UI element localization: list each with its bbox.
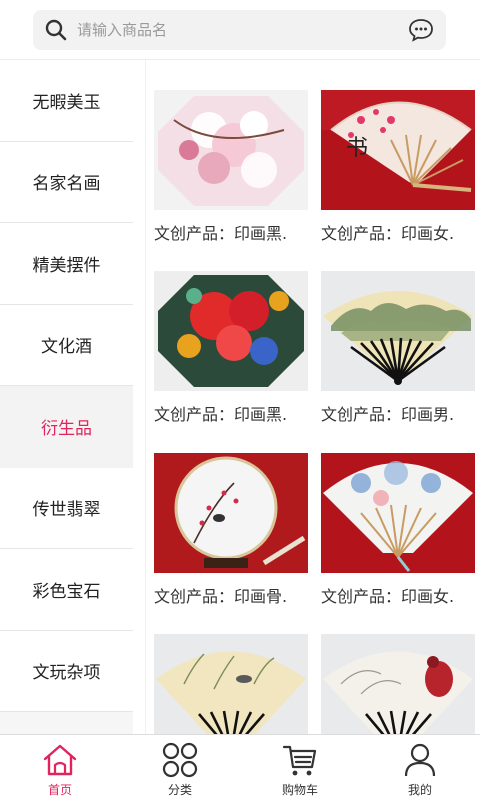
fan-bamboo-image bbox=[154, 634, 308, 734]
product-card[interactable] bbox=[154, 634, 308, 734]
umbrella-peony-image bbox=[154, 271, 308, 391]
sidebar-item-collectibles[interactable]: 文玩杂项 bbox=[0, 630, 133, 712]
message-icon[interactable] bbox=[408, 18, 434, 42]
tab-label: 我的 bbox=[407, 783, 432, 797]
search-bar: 请输入商品名 bbox=[0, 0, 480, 60]
category-sidebar: 无暇美玉 名家名画 精美摆件 文化酒 衍生品 传世翡翠 彩色宝石 文玩杂项 bbox=[0, 60, 133, 734]
product-card[interactable]: 文创产品：印画骨. bbox=[154, 453, 308, 607]
product-title: 文创产品：印画女. bbox=[321, 224, 455, 243]
tab-home[interactable]: 首页 bbox=[0, 735, 120, 800]
tab-cart[interactable]: 购物车 bbox=[240, 735, 360, 800]
bottom-tab-bar: 首页 分类 购物车 我的 bbox=[0, 734, 480, 800]
fan-landscape-image bbox=[321, 271, 475, 391]
product-title: 文创产品：印画女. bbox=[321, 587, 455, 606]
product-card[interactable]: 文创产品：印画黑. bbox=[154, 271, 308, 425]
product-title: 文创产品：印画骨. bbox=[154, 587, 288, 606]
product-card[interactable]: 文创产品：印画男. bbox=[321, 271, 475, 425]
fan-plum-image: 书 bbox=[321, 90, 475, 210]
sidebar-item-ornaments[interactable]: 精美摆件 bbox=[0, 223, 133, 305]
sidebar-item-gemstones[interactable]: 彩色宝石 bbox=[0, 549, 133, 631]
sidebar-item-emerald[interactable]: 传世翡翠 bbox=[0, 467, 133, 549]
product-grid: 文创产品：印画黑. 书 文创产品：印画女. 文创产品：印画黑. 文创产品：印画男… bbox=[145, 60, 480, 734]
tab-category[interactable]: 分类 bbox=[120, 735, 240, 800]
sidebar-item-wine[interactable]: 文化酒 bbox=[0, 304, 133, 386]
sidebar-item-derivatives[interactable]: 衍生品 bbox=[0, 386, 133, 468]
tab-me[interactable]: 我的 bbox=[360, 735, 480, 800]
fan-blue-image bbox=[321, 453, 475, 573]
svg-text:书: 书 bbox=[346, 136, 368, 161]
user-icon bbox=[404, 743, 436, 777]
product-card[interactable]: 文创产品：印画女. bbox=[321, 453, 475, 607]
tab-label: 购物车 bbox=[281, 783, 318, 797]
product-title: 文创产品：印画黑. bbox=[154, 224, 288, 243]
home-icon bbox=[43, 744, 77, 776]
umbrella-blossom-image bbox=[154, 90, 308, 210]
tab-label: 分类 bbox=[167, 783, 192, 797]
product-card[interactable] bbox=[321, 634, 475, 734]
product-card[interactable]: 文创产品：印画黑. bbox=[154, 90, 308, 244]
cart-icon bbox=[282, 745, 317, 776]
product-card[interactable]: 书 文创产品：印画女. bbox=[321, 90, 475, 244]
fan-bird-image bbox=[321, 634, 475, 734]
plate-bird-image bbox=[154, 453, 308, 573]
search-input[interactable]: 请输入商品名 bbox=[77, 19, 167, 41]
sidebar-item-paintings[interactable]: 名家名画 bbox=[0, 141, 133, 223]
sidebar-item-jade[interactable]: 无暇美玉 bbox=[0, 60, 133, 142]
product-title: 文创产品：印画黑. bbox=[154, 405, 288, 424]
search-icon bbox=[45, 19, 67, 41]
category-icon bbox=[162, 742, 198, 778]
product-title: 文创产品：印画男. bbox=[321, 405, 455, 424]
search-box[interactable]: 请输入商品名 bbox=[33, 10, 446, 50]
tab-label: 首页 bbox=[47, 783, 72, 797]
